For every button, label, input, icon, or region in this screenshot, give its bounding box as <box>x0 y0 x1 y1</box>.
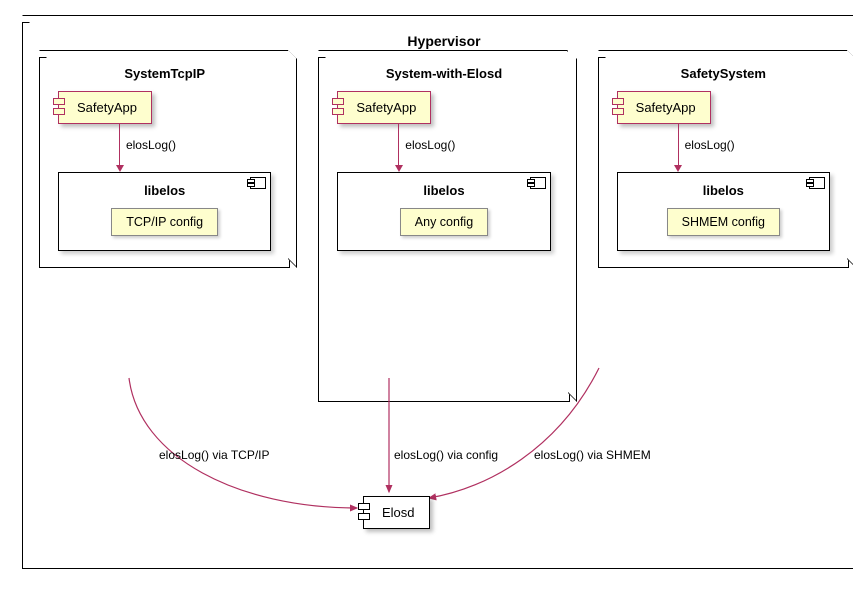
arrow-app-to-lib: elosLog() <box>521 124 836 172</box>
call-label: elosLog() <box>685 138 735 152</box>
node-title: System-with-Elosd <box>331 66 556 81</box>
libelos-component: libelos SHMEM config <box>617 172 830 251</box>
safety-app-label: SafetyApp <box>636 100 696 115</box>
component-icon <box>250 177 266 189</box>
arrow-app-to-lib: elosLog() <box>241 124 556 172</box>
node-title: SafetySystem <box>611 66 836 81</box>
elosd-label: Elosd <box>382 505 415 520</box>
arrow-app-to-lib: elosLog() <box>0 124 277 172</box>
config-tag: SHMEM config <box>667 208 780 236</box>
via-label-shmem: elosLog() via SHMEM <box>534 448 651 462</box>
bottom-connectors: elosLog() via TCP/IP elosLog() via confi… <box>39 398 849 548</box>
component-icon <box>809 177 825 189</box>
via-label-config: elosLog() via config <box>394 448 498 462</box>
libelos-component: libelos TCP/IP config <box>58 172 271 251</box>
hypervisor-title: Hypervisor <box>39 33 849 49</box>
safety-app-component: SafetyApp <box>58 91 152 124</box>
safety-app-component: SafetyApp <box>617 91 711 124</box>
node-safety-system: SafetySystem SafetyApp elosLog() libelos… <box>598 57 849 268</box>
component-icon <box>530 177 546 189</box>
safety-app-component: SafetyApp <box>337 91 431 124</box>
config-tag: Any config <box>400 208 488 236</box>
libelos-title: libelos <box>628 183 819 198</box>
libelos-title: libelos <box>348 183 539 198</box>
columns-row: SystemTcpIP SafetyApp elosLog() libelos … <box>39 57 849 402</box>
call-label: elosLog() <box>405 138 455 152</box>
libelos-title: libelos <box>69 183 260 198</box>
connector-svg <box>39 398 849 548</box>
node-system-with-elosd: System-with-Elosd SafetyApp elosLog() li… <box>318 57 569 402</box>
config-tag: TCP/IP config <box>111 208 218 236</box>
elosd-component: Elosd <box>363 496 430 529</box>
safety-app-label: SafetyApp <box>77 100 137 115</box>
node-title: SystemTcpIP <box>52 66 277 81</box>
via-label-tcpip: elosLog() via TCP/IP <box>159 448 270 462</box>
libelos-component: libelos Any config <box>337 172 550 251</box>
hypervisor-node: Hypervisor SystemTcpIP SafetyApp elosLog… <box>22 22 853 569</box>
safety-app-label: SafetyApp <box>356 100 416 115</box>
call-label: elosLog() <box>126 138 176 152</box>
